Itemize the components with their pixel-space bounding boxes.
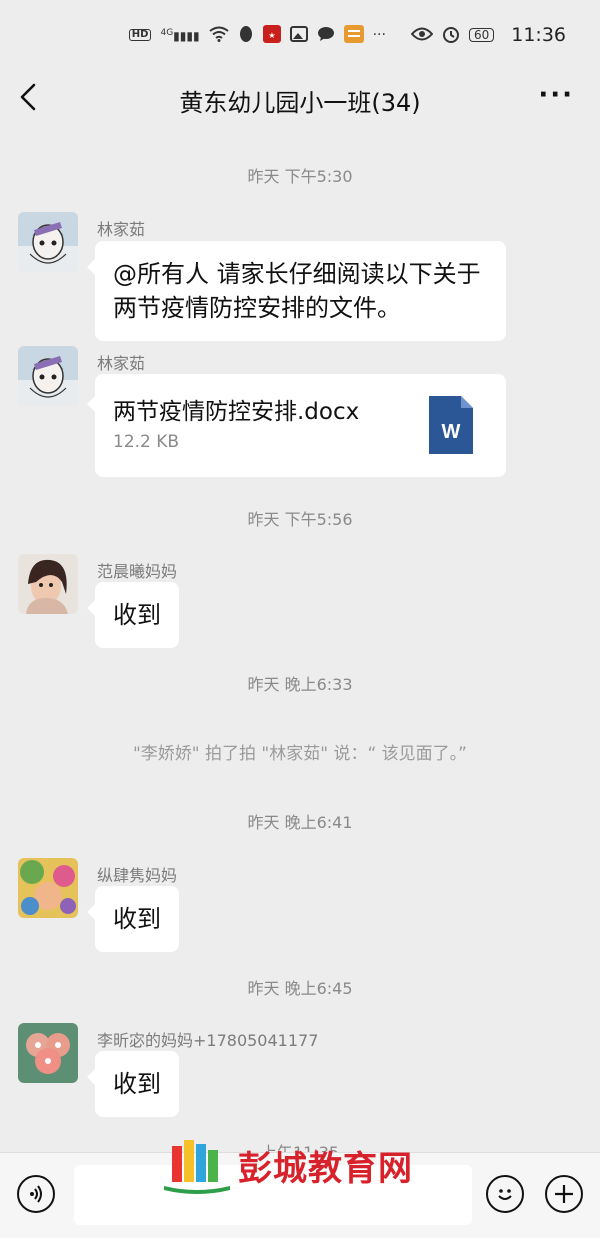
dots-icon: ··· — [372, 27, 386, 43]
message-bubble[interactable]: @所有人 请家长仔细阅读以下关于两节疫情防控安排的文件。 — [87, 241, 506, 342]
file-message[interactable]: 两节疫情防控安排.docx 12.2 KB W — [87, 374, 506, 477]
timestamp: 昨天 晚上6:33 — [247, 675, 353, 694]
chat-icon — [317, 26, 335, 45]
avatar[interactable] — [18, 1023, 78, 1083]
wifi-icon — [208, 26, 229, 45]
smiley-icon — [498, 1189, 512, 1200]
message-bubble[interactable]: 收到 — [87, 1051, 179, 1118]
more-actions-button[interactable] — [545, 1175, 583, 1213]
eye-icon — [410, 27, 434, 44]
word-icon-letter: W — [442, 421, 461, 443]
avatar[interactable] — [18, 858, 78, 918]
status-bar: HD 4G▮▮▮▮ ★ ··· 60 11:36 — [0, 0, 600, 70]
app-icon: ★ — [262, 24, 281, 46]
voice-button[interactable] — [17, 1175, 55, 1213]
plus-icon — [555, 1185, 573, 1203]
chat-title: 黄东幼儿园小一班(34) — [179, 88, 421, 117]
emoji-button[interactable] — [486, 1175, 524, 1213]
gallery-icon — [289, 25, 308, 45]
sender-name: 林家茹 — [97, 354, 146, 373]
timestamp: 昨天 下午5:30 — [247, 167, 353, 186]
timestamp: 昨天 晚上6:45 — [247, 979, 353, 998]
avatar[interactable] — [18, 346, 78, 406]
signal-icon: 4G▮▮▮▮ — [160, 27, 200, 43]
penguin-icon — [238, 25, 254, 46]
alarm-icon — [442, 25, 460, 46]
network-label: 4G — [160, 27, 174, 38]
pat-notification: "李娇娇" 拍了拍 "林家茹" 说：“ 该见面了。” — [132, 744, 467, 764]
sender-name: 纵肆隽妈妈 — [97, 866, 178, 885]
avatar[interactable] — [18, 212, 78, 272]
svg-text:★: ★ — [268, 31, 275, 40]
message-list[interactable]: 昨天 下午5:30 林家茹 @所有人 请家长仔细阅读以下关于两节疫情防控安排的文… — [0, 130, 600, 1152]
sender-name: 林家茹 — [97, 220, 146, 239]
timestamp: 昨天 下午5:56 — [247, 510, 353, 529]
sender-name: 范晨曦妈妈 — [97, 562, 178, 581]
battery-icon: 60 — [468, 28, 495, 42]
sender-name: 李昕宓的妈妈+17805041177 — [97, 1031, 319, 1050]
message-bubble[interactable]: 收到 — [87, 582, 179, 649]
status-clock: 11:36 — [511, 24, 566, 46]
message-bubble[interactable]: 收到 — [87, 886, 179, 953]
timestamp: 昨天 晚上6:41 — [247, 813, 353, 832]
watermark-logo: 彭城教育网 — [162, 1136, 413, 1194]
word-document-icon: W — [429, 396, 473, 454]
chat-header: 黄东幼儿园小一班(34) ··· — [0, 70, 600, 130]
watermark-text: 彭城教育网 — [238, 1148, 413, 1189]
more-options-button[interactable]: ··· — [538, 80, 574, 110]
book-logo-icon — [164, 1140, 230, 1194]
news-icon — [343, 24, 364, 46]
hd-icon: HD — [128, 29, 152, 41]
back-button[interactable] — [14, 75, 50, 119]
voice-icon — [30, 1185, 42, 1203]
avatar[interactable] — [18, 554, 78, 614]
chevron-left-icon — [20, 83, 36, 111]
